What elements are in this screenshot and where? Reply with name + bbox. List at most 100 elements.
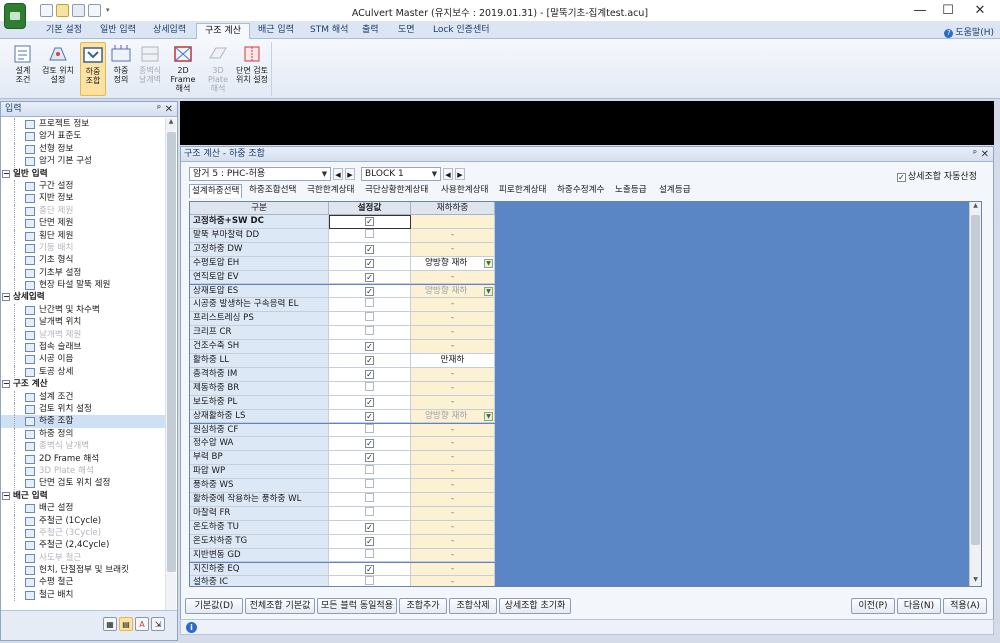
collapse-icon[interactable]: − [2, 169, 10, 178]
table-row[interactable]: 충격하중 IM ✓ - [190, 367, 495, 382]
setting-cell[interactable] [329, 312, 411, 327]
table-row[interactable]: 마찰력 FR - [190, 506, 495, 521]
tree-item[interactable]: 주철근 (1Cycle) [1, 514, 165, 527]
maximize-button[interactable]: ☐ [934, 2, 962, 20]
setting-cell[interactable]: ✓ [329, 270, 411, 285]
table-row[interactable]: 고정하중 DW ✓ - [190, 242, 495, 257]
table-row[interactable]: 상재토압 ES ✓ 양방향 재하 ▼ [190, 284, 495, 299]
scroll-up-icon[interactable]: ▲ [166, 118, 176, 128]
tab-structural-calc[interactable]: 구조 계산 [196, 23, 250, 39]
tree-item[interactable]: 종단 제원 [1, 204, 165, 218]
checkbox-checked-icon[interactable]: ✓ [365, 272, 374, 282]
scroll-up-icon[interactable]: ▲ [970, 202, 981, 212]
tree-item[interactable]: 접속 슬래브 [1, 341, 165, 354]
design-condition-button[interactable]: 설계 조건 [10, 42, 36, 96]
tree-item[interactable]: 하중 정의 [1, 427, 165, 441]
subtab-exposure-grade[interactable]: 노출등급 [615, 184, 647, 198]
setting-cell[interactable] [329, 228, 411, 243]
tree-item[interactable]: 검토 위치 설정 [1, 402, 165, 416]
tree-group[interactable]: − 상세입력 [1, 291, 165, 303]
property-view-icon[interactable]: ▤ [119, 617, 133, 631]
column-header-setting[interactable]: 설정값 [329, 202, 411, 215]
dropdown-arrow-icon[interactable]: ▼ [484, 286, 493, 296]
frame-2d-button[interactable]: 2D Frame 해석 [166, 42, 200, 96]
tree-item[interactable]: 2D Frame 해석 [1, 452, 165, 465]
setting-cell[interactable] [329, 381, 411, 396]
checkbox-unchecked-icon[interactable] [365, 465, 374, 475]
checkbox-unchecked-icon[interactable] [365, 228, 374, 238]
table-row[interactable]: 말뚝 부마찰력 DD - [190, 228, 495, 243]
pin-icon[interactable]: ᵖ [973, 147, 977, 162]
tree-item[interactable]: 종벽식 날개벽 [1, 440, 165, 453]
table-row[interactable]: 파압 WP - [190, 465, 495, 480]
auto-combination-checkbox[interactable]: ✓ 상세조합 자동산정 [896, 169, 977, 182]
setting-cell[interactable] [329, 493, 411, 507]
prev-block-button[interactable]: ◀ [443, 168, 453, 180]
setting-cell[interactable]: ✓ [329, 215, 411, 229]
table-row[interactable]: 풍하중 WS - [190, 479, 495, 493]
tree-group[interactable]: − 구조 계산 [1, 378, 165, 390]
setting-cell[interactable]: ✓ [329, 354, 411, 368]
table-row[interactable]: 상재활하중 LS ✓ 양방향 재하 ▼ [190, 409, 495, 424]
column-header-category[interactable]: 구분 [190, 202, 329, 215]
dropdown-arrow-icon[interactable]: ▼ [484, 258, 493, 268]
checkbox-unchecked-icon[interactable] [365, 479, 374, 489]
dropdown-arrow-icon[interactable]: ▼ [484, 411, 493, 421]
tree-item[interactable]: 기초 형식 [1, 254, 165, 267]
tab-general-input[interactable]: 일반 입력 [92, 23, 144, 39]
tree-scrollbar[interactable]: ▲ [165, 118, 176, 610]
collapse-icon[interactable]: − [2, 491, 10, 500]
setting-cell[interactable]: ✓ [329, 395, 411, 410]
next-block-button[interactable]: ▶ [455, 168, 465, 180]
review-position-button[interactable]: 검토 위치 설정 [38, 42, 78, 96]
add-combination-button[interactable]: 조합추가 [399, 598, 447, 614]
table-row[interactable]: 정수압 WA ✓ - [190, 437, 495, 452]
block-select[interactable]: BLOCK 1 ▼ [361, 167, 441, 181]
table-row[interactable]: 활하중 LL ✓ 만재하 [190, 354, 495, 368]
setting-cell[interactable] [329, 479, 411, 493]
collapse-icon[interactable]: − [2, 293, 10, 302]
tree-item[interactable]: 구간 설정 [1, 179, 165, 193]
table-row[interactable]: 활하중에 작용하는 풍하중 WL - [190, 493, 495, 507]
tree-item[interactable]: 시공 이음 [1, 353, 165, 366]
tree-item[interactable]: 단면 제원 [1, 217, 165, 230]
checkbox-checked-icon[interactable]: ✓ [365, 258, 374, 268]
checkbox-checked-icon[interactable]: ✓ [365, 286, 374, 296]
tree-item[interactable]: 주철근 (3Cycle) [1, 526, 165, 540]
reset-detail-combination-button[interactable]: 상세조합 초기화 [499, 598, 571, 614]
tree-item[interactable]: 날개벽 위치 [1, 316, 165, 329]
tab-stm-analysis[interactable]: STM 해석 [302, 23, 356, 39]
apply-button[interactable]: 적용(A) [943, 598, 987, 614]
setting-cell[interactable] [329, 326, 411, 341]
checkbox-unchecked-icon[interactable] [365, 423, 374, 433]
collapse-icon[interactable]: − [2, 380, 10, 389]
subtab-load-modifier[interactable]: 하중수정계수 [557, 184, 604, 198]
table-row[interactable]: 온도차하중 TG ✓ - [190, 534, 495, 549]
table-row[interactable]: 지진하중 EQ ✓ - [190, 562, 495, 577]
table-row[interactable]: 설하중 IC - [190, 576, 495, 586]
setting-cell[interactable] [329, 423, 411, 438]
checkbox-unchecked-icon[interactable] [365, 312, 374, 322]
checkbox-unchecked-icon[interactable] [365, 548, 374, 558]
tree-item[interactable]: 설계 조건 [1, 390, 165, 403]
default-button[interactable]: 기본값(D) [185, 598, 243, 614]
tab-detail-input[interactable]: 상세입력 [145, 23, 194, 39]
setting-cell[interactable]: ✓ [329, 437, 411, 452]
minimize-button[interactable]: — [906, 2, 934, 20]
next-button[interactable]: 다음(N) [897, 598, 941, 614]
setting-cell[interactable] [329, 548, 411, 563]
setting-cell[interactable]: ✓ [329, 520, 411, 535]
tree-scroll-thumb[interactable] [167, 132, 176, 572]
tree-item[interactable]: 헌치, 단절점부 및 브래킷 [1, 564, 165, 577]
tab-basic-settings[interactable]: 기본 설정 [38, 23, 90, 39]
checkbox-unchecked-icon[interactable] [365, 506, 374, 516]
setting-cell[interactable] [329, 506, 411, 521]
delete-combination-button[interactable]: 조합삭제 [449, 598, 497, 614]
checkbox-checked-icon[interactable]: ✓ [365, 397, 374, 407]
table-row[interactable]: 온도하중 TU ✓ - [190, 520, 495, 535]
tree-item[interactable]: 배근 설정 [1, 502, 165, 515]
table-row[interactable]: 제동하중 BR - [190, 381, 495, 396]
column-header-applied-load[interactable]: 재하하중 [411, 202, 495, 215]
tree-item[interactable]: 단면 검토 위치 설정 [1, 477, 165, 490]
close-button[interactable]: ✕ [966, 2, 994, 20]
